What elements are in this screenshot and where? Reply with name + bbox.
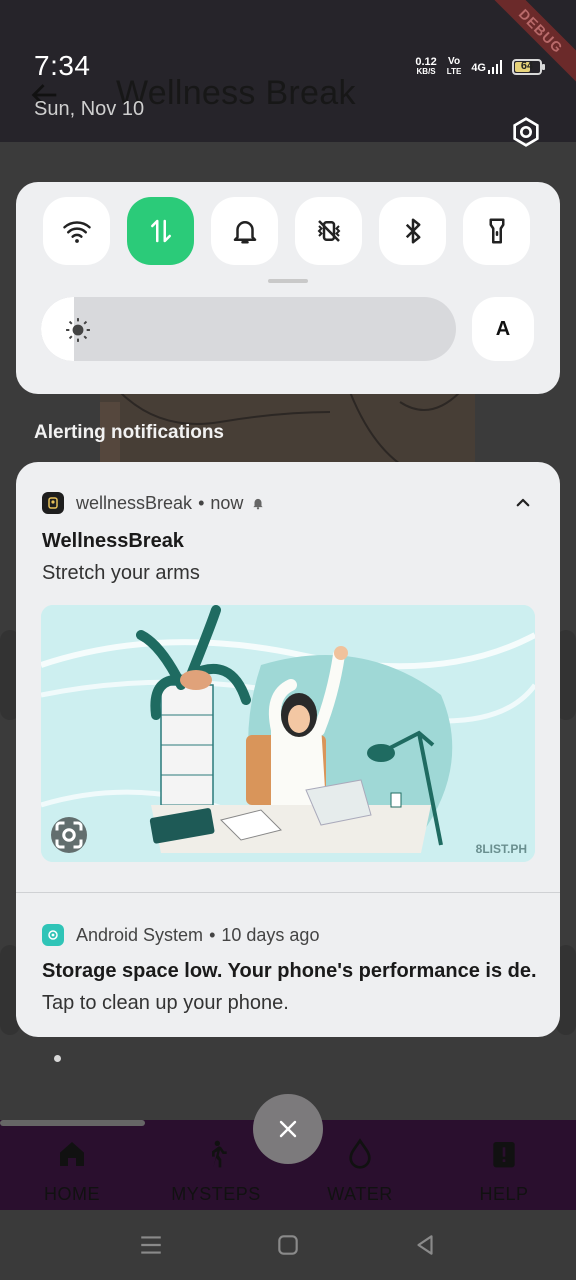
bell-icon: [233, 221, 256, 244]
nav-label-water: WATER: [327, 1184, 393, 1204]
app-title: Wellness Break: [116, 74, 356, 112]
quick-settings-panel: A: [16, 182, 560, 394]
network-speed-value: 0.12: [415, 56, 437, 68]
image-watermark: 8LIST.PH: [475, 842, 527, 856]
signal-bars-icon: [488, 60, 502, 74]
qs-tile-vibrate[interactable]: [295, 197, 362, 265]
notification-time-2: 10 days ago: [221, 924, 320, 945]
alerting-notifications-label: Alerting notifications: [34, 422, 224, 443]
brightness-slider[interactable]: [41, 297, 456, 361]
battery-icon: 64: [512, 59, 545, 75]
notification-text: Stretch your arms: [42, 562, 200, 584]
android-system-icon: [42, 924, 64, 946]
home-button-icon[interactable]: [275, 1232, 301, 1258]
status-date: Sun, Nov 10: [34, 98, 145, 120]
auto-brightness-toggle[interactable]: A: [472, 297, 534, 361]
lens-icon: [55, 821, 83, 849]
notification-app-name-2: Android System: [76, 924, 204, 945]
vibrate-icon: [317, 220, 340, 242]
qs-tile-sound[interactable]: [211, 197, 278, 265]
nav-label-help: HELP: [479, 1184, 529, 1204]
page-indicator-dot: [54, 1055, 61, 1062]
volte-bottom: LTE: [446, 67, 462, 76]
qs-tile-bluetooth[interactable]: [379, 197, 446, 265]
network-type: 4G: [471, 62, 486, 74]
notification-header-2: Android System • 10 days ago: [42, 924, 319, 946]
close-icon: [279, 1120, 297, 1138]
nav-active-indicator: [0, 1120, 145, 1126]
header-separator-2: •: [209, 924, 216, 945]
battery-level: 64: [520, 60, 534, 72]
header-separator: •: [198, 492, 205, 513]
notification-text-2[interactable]: Tap to clean up your phone.: [42, 992, 289, 1015]
cell-signal-icon: 4G: [471, 60, 502, 74]
notification-header: wellnessBreak • now: [42, 492, 265, 514]
mobile-data-icon: [150, 219, 171, 243]
collapse-chevron-icon[interactable]: [514, 494, 532, 512]
qs-drag-handle[interactable]: [268, 279, 308, 283]
water-drop-icon: [349, 1138, 371, 1169]
help-icon: [493, 1142, 515, 1168]
back-button-icon[interactable]: [412, 1232, 438, 1258]
nav-label-home: HOME: [44, 1184, 100, 1204]
wellness-app-icon: [42, 492, 64, 514]
status-clock: 7:34: [34, 50, 91, 81]
notification-image[interactable]: 8LIST.PH: [41, 605, 535, 862]
volte-indicator: Vo LTE: [447, 57, 462, 77]
qs-tile-flashlight[interactable]: [463, 197, 530, 265]
walk-icon: [212, 1140, 227, 1168]
qs-tile-mobile-data[interactable]: [127, 197, 194, 265]
clear-all-notifications-button[interactable]: [253, 1094, 323, 1164]
system-navigation-bar: [0, 1210, 576, 1280]
home-icon: [60, 1142, 84, 1166]
notification-card: wellnessBreak • now WellnessBreak Stretc…: [16, 462, 560, 1037]
nav-item-help[interactable]: HELP: [444, 1120, 564, 1210]
nav-label-mysteps: MYSTEPS: [171, 1184, 261, 1204]
notification-divider: [16, 892, 560, 893]
qs-tile-wifi[interactable]: [43, 197, 110, 265]
notification-title-2[interactable]: Storage space low. Your phone's performa…: [42, 960, 536, 983]
volte-top: Vo: [448, 56, 461, 67]
network-speed: 0.12 KB/S: [415, 57, 436, 77]
alerting-bell-icon: [253, 498, 264, 510]
google-lens-button[interactable]: [51, 817, 87, 853]
brightness-sun-icon: [66, 318, 90, 342]
flashlight-icon: [489, 218, 504, 244]
notification-title: WellnessBreak: [42, 530, 184, 552]
nav-item-home[interactable]: HOME: [12, 1120, 132, 1210]
status-icons: 0.12 KB/S Vo LTE 4G 64: [415, 56, 545, 78]
network-speed-unit: KB/S: [416, 67, 436, 76]
recent-apps-icon[interactable]: [138, 1232, 164, 1258]
bluetooth-icon: [405, 218, 420, 244]
notification-app-name: wellnessBreak: [76, 492, 193, 513]
wifi-icon: [62, 221, 91, 243]
stretching-woman-illustration: [41, 605, 535, 862]
notification-time: now: [210, 492, 244, 513]
settings-gear-icon[interactable]: [510, 116, 542, 148]
